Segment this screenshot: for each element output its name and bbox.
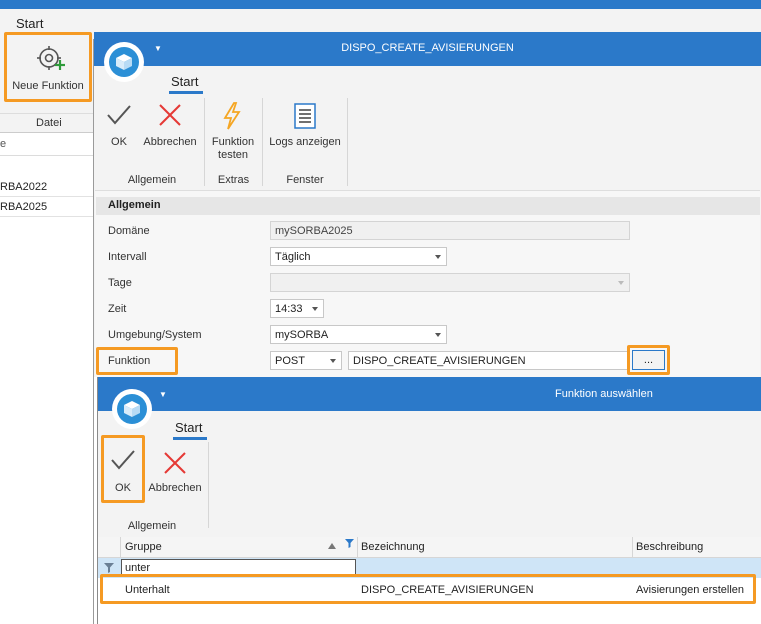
interval-label: Intervall bbox=[108, 251, 147, 263]
group-label-window: Fenster bbox=[286, 174, 324, 186]
interval-value: Täglich bbox=[275, 251, 311, 263]
days-select[interactable] bbox=[270, 273, 630, 292]
app-logo-icon[interactable] bbox=[112, 389, 152, 429]
checkmark-icon bbox=[110, 449, 136, 474]
close-icon bbox=[158, 104, 182, 129]
dialog2-tab-start[interactable]: Start bbox=[175, 420, 202, 435]
group-separator bbox=[208, 442, 209, 528]
domain-label: Domäne bbox=[108, 225, 150, 237]
group-separator bbox=[347, 98, 348, 186]
tab-start[interactable]: Start bbox=[16, 16, 43, 31]
ok-label: OK bbox=[111, 136, 127, 148]
gear-add-icon bbox=[36, 45, 66, 76]
column-header-name[interactable]: Bezeichnung bbox=[361, 541, 425, 553]
list-item[interactable]: RBA2025 bbox=[0, 197, 94, 217]
chevron-down-icon bbox=[435, 255, 441, 259]
environment-value: mySORBA bbox=[275, 329, 329, 341]
filter-icon[interactable] bbox=[345, 539, 354, 551]
select-function-titlebar bbox=[98, 377, 761, 411]
function-label: Funktion bbox=[108, 355, 151, 367]
method-value: POST bbox=[275, 355, 305, 367]
column-header-partial: e bbox=[0, 138, 7, 150]
column-header-datei[interactable]: Datei bbox=[36, 117, 62, 129]
environment-select[interactable]: mySORBA bbox=[270, 325, 447, 344]
close-icon bbox=[163, 452, 187, 477]
test-function-label-2: testen bbox=[218, 149, 248, 161]
chevron-down-icon bbox=[330, 359, 336, 363]
tab-underline bbox=[169, 91, 203, 94]
sort-ascending-icon[interactable] bbox=[328, 543, 336, 549]
section-header: Allgemein bbox=[96, 197, 760, 215]
function-dialog-title: DISPO_CREATE_AVISIERUNGEN bbox=[341, 42, 514, 54]
header-divider bbox=[0, 155, 94, 156]
app-logo-icon[interactable] bbox=[104, 42, 144, 82]
select-ok-button[interactable]: OK bbox=[106, 445, 140, 499]
domain-field[interactable]: mySORBA2025 bbox=[270, 221, 630, 240]
interval-select[interactable]: Täglich bbox=[270, 247, 447, 266]
cancel-button[interactable]: Abbrechen bbox=[141, 100, 199, 156]
chevron-down-icon bbox=[435, 333, 441, 337]
group-label-extras: Extras bbox=[217, 174, 250, 186]
show-logs-label: Logs anzeigen bbox=[269, 136, 341, 148]
checkmark-icon bbox=[106, 104, 132, 129]
list-item[interactable]: RBA2022 bbox=[0, 177, 94, 197]
environment-label: Umgebung/System bbox=[108, 329, 202, 341]
browse-button[interactable]: ... bbox=[632, 350, 665, 370]
test-function-button[interactable]: Funktion testen bbox=[208, 100, 258, 164]
method-select[interactable]: POST bbox=[270, 351, 342, 370]
select-cancel-label: Abbrechen bbox=[148, 482, 202, 494]
window-top-bar bbox=[0, 0, 761, 9]
show-logs-button[interactable]: Logs anzeigen bbox=[267, 100, 343, 156]
time-select[interactable]: 14:33 bbox=[270, 299, 324, 318]
chevron-down-icon bbox=[618, 281, 624, 285]
cancel-label: Abbrechen bbox=[143, 136, 197, 148]
select-function-title: Funktion auswählen bbox=[555, 388, 653, 400]
ok-button[interactable]: OK bbox=[104, 100, 134, 156]
app-menu-chevron-down-icon[interactable]: ▼ bbox=[154, 44, 162, 53]
new-function-button[interactable]: Neue Funktion bbox=[4, 32, 92, 102]
group-label-general: Allgemein bbox=[127, 174, 177, 186]
row-highlight bbox=[100, 574, 756, 604]
column-header-description[interactable]: Beschreibung bbox=[636, 541, 703, 553]
select-cancel-button[interactable]: Abbrechen bbox=[147, 445, 203, 499]
column-header-group[interactable]: Gruppe bbox=[125, 541, 162, 553]
time-label: Zeit bbox=[108, 303, 127, 315]
group-label-general: Allgemein bbox=[127, 520, 177, 532]
select-ok-label: OK bbox=[115, 482, 131, 494]
function-field[interactable]: DISPO_CREATE_AVISIERUNGEN bbox=[348, 351, 628, 370]
group-separator bbox=[262, 98, 263, 186]
group-separator bbox=[204, 98, 205, 186]
test-function-label-1: Funktion bbox=[211, 136, 255, 148]
new-function-label: Neue Funktion bbox=[12, 80, 84, 92]
days-label: Tage bbox=[108, 277, 132, 289]
tab-underline bbox=[173, 437, 207, 440]
app-menu-chevron-down-icon[interactable]: ▼ bbox=[159, 390, 167, 399]
chevron-down-icon bbox=[312, 307, 318, 311]
lightning-icon bbox=[222, 102, 242, 133]
log-list-icon bbox=[294, 103, 316, 132]
time-value: 14:33 bbox=[275, 303, 303, 315]
dialog1-tab-start[interactable]: Start bbox=[171, 74, 198, 89]
